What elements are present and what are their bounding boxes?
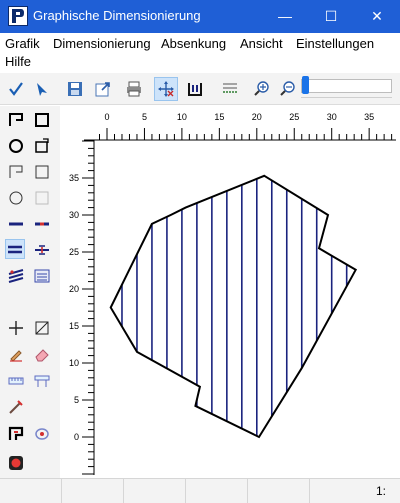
drawing-canvas[interactable]: 0 5 10 15 20 25 30 35 35 30 25 20 15 10 5 0	[60, 106, 400, 478]
rectangle-outline-tool-icon[interactable]	[32, 162, 52, 182]
top-ruler-label: 15	[214, 112, 224, 122]
divide-tool-icon[interactable]	[32, 240, 52, 260]
zoom-slider-thumb[interactable]	[302, 76, 309, 94]
left-ruler-label: 15	[69, 321, 79, 331]
menu-einstellungen[interactable]: Einstellungen	[296, 36, 374, 51]
building-footprint-polygon	[109, 174, 358, 439]
close-button[interactable]: ✕	[354, 0, 400, 33]
move-cross-icon[interactable]	[154, 77, 178, 101]
line-red-tool-icon[interactable]	[32, 214, 52, 234]
circle-outline-tool-icon[interactable]	[6, 188, 26, 208]
status-cell	[0, 479, 62, 503]
top-ruler-label: 20	[252, 112, 262, 122]
rotate-rect-tool-icon[interactable]	[32, 136, 52, 156]
menu-grafik[interactable]: Grafik	[5, 36, 40, 51]
polygon-red-tool-icon[interactable]	[6, 424, 26, 444]
polygon-outline-tool-icon[interactable]	[6, 162, 26, 182]
save-icon[interactable]	[63, 77, 87, 101]
menu-hilfe[interactable]: Hilfe	[5, 54, 31, 69]
window-title: Graphische Dimensionierung	[33, 8, 201, 23]
status-bar: 1:	[0, 478, 400, 503]
title-bar: Graphische Dimensionierung — ☐ ✕	[0, 0, 400, 33]
parallel-lines-tool-icon[interactable]	[5, 239, 25, 259]
export-icon[interactable]	[91, 77, 115, 101]
left-ruler-label: 5	[74, 395, 79, 405]
menu-ansicht[interactable]: Ansicht	[240, 36, 283, 51]
zoom-out-icon[interactable]	[276, 77, 300, 101]
line-tool-icon[interactable]	[6, 214, 26, 234]
status-cell	[186, 479, 248, 503]
scale-status: 1:	[375, 484, 386, 498]
menu-absenkung[interactable]: Absenkung	[161, 36, 226, 51]
zoom-slider-track[interactable]	[301, 79, 392, 93]
status-cell	[248, 479, 310, 503]
circle-tool-icon[interactable]	[6, 136, 26, 156]
left-ruler-label: 0	[74, 432, 79, 442]
hatch-tool-icon[interactable]	[6, 266, 26, 286]
table-tool-icon[interactable]	[32, 266, 52, 286]
left-ruler-label: 25	[69, 247, 79, 257]
print-icon[interactable]	[122, 77, 146, 101]
probe-tool-icon[interactable]	[6, 397, 26, 417]
rectangle-light-tool-icon[interactable]	[32, 188, 52, 208]
tool-palette	[0, 106, 60, 478]
skew-rect-tool-icon[interactable]	[32, 318, 52, 338]
top-ruler-label: 10	[177, 112, 187, 122]
measure-tool-icon[interactable]	[6, 371, 26, 391]
left-ruler-label: 35	[69, 173, 79, 183]
status-cell	[124, 479, 186, 503]
hatch-group	[121, 175, 348, 438]
top-ruler-label: 25	[289, 112, 299, 122]
top-ruler-label: 0	[104, 112, 109, 122]
menu-dimensionierung[interactable]: Dimensionierung	[53, 36, 151, 51]
arrow-select-icon[interactable]	[30, 77, 54, 101]
table-edit-tool-icon[interactable]	[32, 371, 52, 391]
maximize-button[interactable]: ☐	[308, 0, 354, 33]
zoom-slider-baseline	[301, 97, 392, 98]
polygon-tool-icon[interactable]	[6, 110, 26, 130]
left-ruler-label: 20	[69, 284, 79, 294]
top-ruler-label: 35	[364, 112, 374, 122]
app-logo-icon	[8, 6, 28, 26]
stop-tool-icon[interactable]	[6, 453, 26, 473]
left-ruler-label: 30	[69, 210, 79, 220]
zoom-in-icon[interactable]	[250, 77, 274, 101]
pencil-tool-icon[interactable]	[6, 344, 26, 364]
rectangle-tool-icon[interactable]	[32, 110, 52, 130]
top-ruler-label: 30	[327, 112, 337, 122]
left-ruler-label: 10	[69, 358, 79, 368]
drawing-svg[interactable]: 0 5 10 15 20 25 30 35 35 30 25 20 15 10 5 0	[60, 106, 400, 478]
area-icon[interactable]	[183, 77, 207, 101]
eraser-tool-icon[interactable]	[32, 344, 52, 364]
menu-bar: Grafik Dimensionierung Absenkung Ansicht…	[0, 33, 400, 73]
top-ruler-label: 5	[142, 112, 147, 122]
check-icon[interactable]	[4, 77, 28, 101]
status-cell	[62, 479, 124, 503]
ellipse-tool-icon[interactable]	[32, 424, 52, 444]
grid-icon[interactable]	[218, 77, 242, 101]
minimize-button[interactable]: —	[262, 0, 308, 33]
cross-tool-icon[interactable]	[6, 318, 26, 338]
